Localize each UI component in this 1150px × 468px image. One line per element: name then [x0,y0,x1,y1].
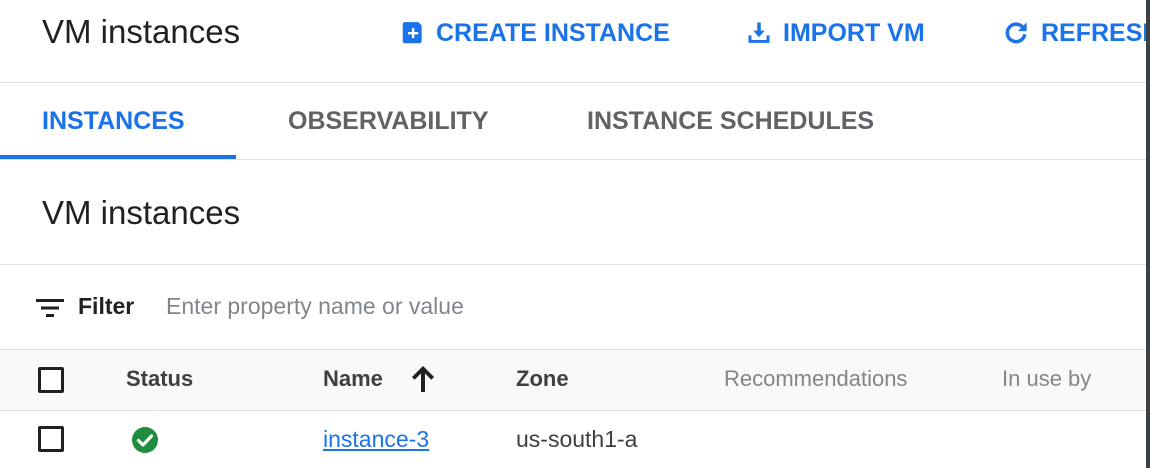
select-all-checkbox[interactable] [38,367,64,393]
refresh-label: REFRESH [1041,18,1146,47]
create-instance-label: CREATE INSTANCE [436,18,670,47]
refresh-button[interactable]: REFRESH [1001,16,1146,50]
tab-instance-schedules[interactable]: INSTANCE SCHEDULES [587,83,874,159]
row-checkbox[interactable] [38,426,64,452]
active-tab-indicator [0,155,236,159]
check-circle-icon [131,426,159,459]
create-instance-button[interactable]: CREATE INSTANCE [400,16,670,50]
tab-instances[interactable]: INSTANCES [42,83,185,159]
tab-observability[interactable]: OBSERVABILITY [288,83,489,159]
column-header-in-use-by[interactable]: In use by [1002,366,1091,392]
table-header: Status Name Zone Recommendations In use … [0,350,1146,411]
table-row: instance-3 us-south1-a [0,411,1146,468]
filter-icon[interactable] [36,297,64,324]
filter-bar: Filter [0,265,1146,350]
column-header-status[interactable]: Status [126,366,193,392]
zone-cell: us-south1-a [516,426,638,452]
download-icon [745,19,773,47]
import-vm-label: IMPORT VM [783,18,925,47]
filter-input[interactable] [166,285,766,327]
column-header-name[interactable]: Name [323,366,383,392]
arrow-up-icon[interactable] [410,364,436,399]
section-title: VM instances [42,194,241,231]
instance-name-link[interactable]: instance-3 [323,426,429,453]
refresh-icon [1001,18,1031,48]
add-box-icon [400,20,426,46]
page-header: VM instances CREATE INSTANCE IMPORT VM R… [0,0,1146,83]
tab-bar: INSTANCES OBSERVABILITY INSTANCE SCHEDUL… [0,83,1146,160]
import-vm-button[interactable]: IMPORT VM [745,16,925,50]
column-header-recommendations[interactable]: Recommendations [724,366,907,392]
window-edge [1146,0,1150,468]
filter-label: Filter [78,293,135,319]
column-header-zone[interactable]: Zone [516,366,569,392]
page-title: VM instances [42,13,241,50]
